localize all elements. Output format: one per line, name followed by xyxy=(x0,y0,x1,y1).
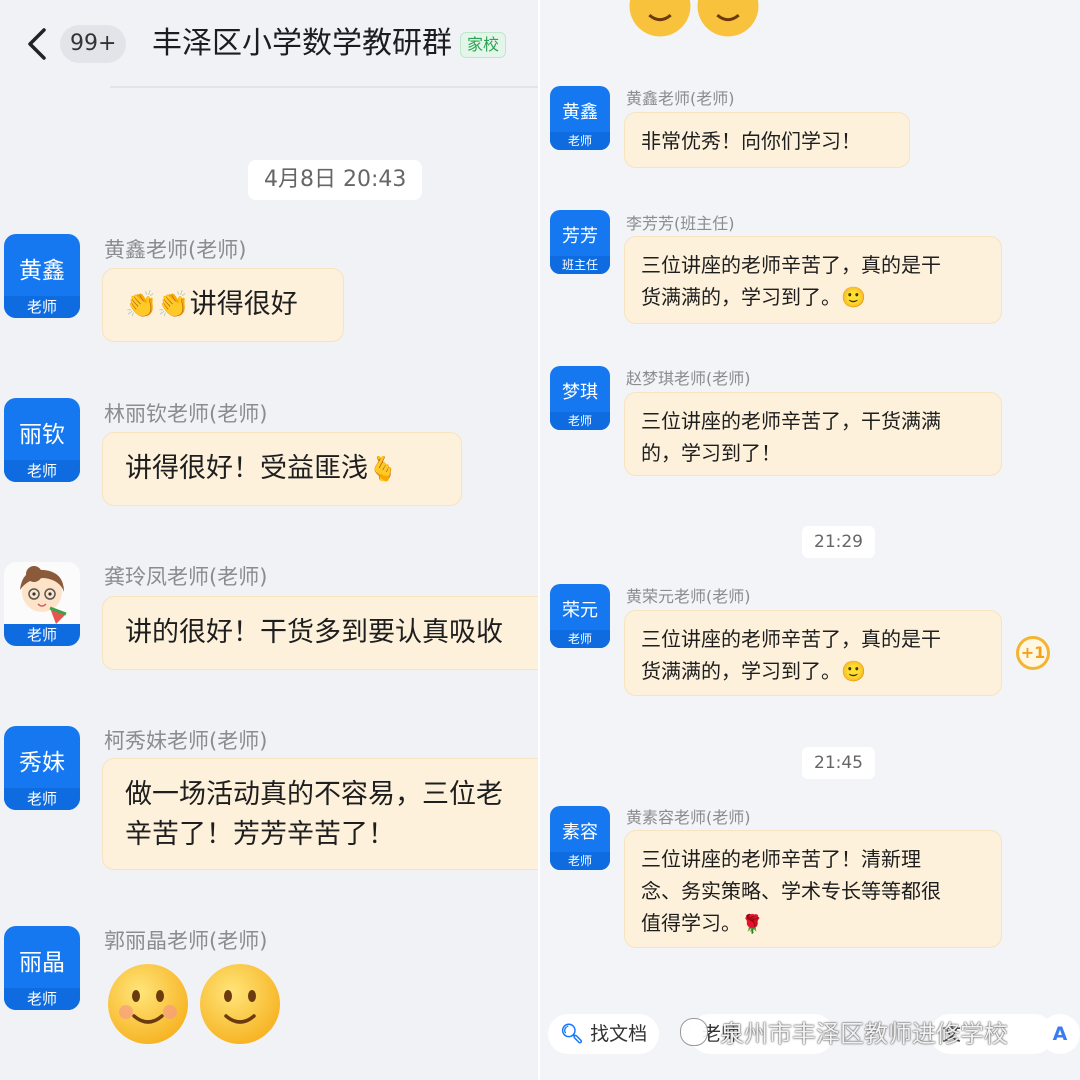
avatar-role: 老师 xyxy=(4,788,80,810)
rose-icon: 🌹 xyxy=(741,914,764,935)
message-text: 讲的很好！干货多到要认真吸收 xyxy=(125,617,503,648)
message-bubble[interactable]: 讲的很好！干货多到要认真吸收 xyxy=(102,596,540,670)
cartoon-girl-avatar-icon xyxy=(20,566,67,624)
wechat-icon xyxy=(680,1018,708,1046)
message-text-line: 辛苦了！芳芳辛苦了！ xyxy=(125,819,395,850)
smiley-face-icon xyxy=(106,962,190,1050)
avatar[interactable]: 黄鑫 老师 xyxy=(550,86,610,150)
timestamp: 4月8日 20:43 xyxy=(248,160,423,200)
chat-title: 丰泽区小学数学教研群 xyxy=(152,26,452,61)
smiley-icon: 🙂 xyxy=(841,659,866,683)
avatar[interactable]: 荣元 老师 xyxy=(550,584,610,648)
message-text-line-wrap: 值得学习。🌹 xyxy=(641,907,985,941)
group-type-tag: 家校 xyxy=(460,32,507,58)
avatar[interactable]: 丽晶 老师 xyxy=(4,926,80,1010)
unread-count-badge[interactable]: 99+ xyxy=(60,25,127,63)
avatar-name: 秀妹 xyxy=(19,750,65,776)
message-bubble[interactable]: 三位讲座的老师辛苦了，干货满满 的，学习到了！ xyxy=(624,392,1002,476)
message-bubble[interactable]: 非常优秀！向你们学习！ xyxy=(624,112,910,168)
avatar[interactable]: 梦琪 老师 xyxy=(550,366,610,430)
sender-name: 林丽钦老师(老师) xyxy=(104,402,268,426)
message-text-line: 三位讲座的老师辛苦了！清新理 xyxy=(641,847,921,871)
message-text-line: 的，学习到了！ xyxy=(641,441,781,465)
message-text-line: 货满满的，学习到了。 xyxy=(641,659,841,683)
message-text-line: 值得学习。 xyxy=(641,911,741,935)
clapping-hands-icon: 👏👏 xyxy=(125,290,190,320)
avatar-name: 黄鑫 xyxy=(562,102,598,123)
message-bubble[interactable]: 👏👏讲得很好 xyxy=(102,268,344,342)
avatar[interactable]: 黄鑫 老师 xyxy=(4,234,80,318)
message-bubble[interactable]: 三位讲座的老师辛苦了，真的是干 货满满的，学习到了。🙂 xyxy=(624,236,1002,324)
message-bubble[interactable]: 讲得很好！受益匪浅🫰 xyxy=(102,432,462,506)
smiley-face-icon xyxy=(628,0,692,42)
avatar-role: 老师 xyxy=(550,630,610,648)
avatar-role: 老师 xyxy=(550,412,610,430)
avatar[interactable]: 素容 老师 xyxy=(550,806,610,870)
message-bubble[interactable]: 三位讲座的老师辛苦了！清新理 念、务实策略、学术专长等等都很 值得学习。🌹 xyxy=(624,830,1002,948)
avatar-role: 老师 xyxy=(4,624,80,646)
sender-name: 黄素容老师(老师) xyxy=(626,808,751,827)
ai-icon: A xyxy=(1052,1023,1068,1045)
message-text: 讲得很好 xyxy=(189,289,298,320)
sender-name: 李芳芳(班主任) xyxy=(626,214,735,233)
avatar-name: 梦琪 xyxy=(562,382,598,403)
header-divider xyxy=(110,86,540,88)
sender-name: 郭丽晶老师(老师) xyxy=(104,929,268,953)
avatar-name: 荣元 xyxy=(562,600,598,621)
avatar[interactable]: 丽钦 老师 xyxy=(4,398,80,482)
sender-name: 黄鑫老师(老师) xyxy=(104,238,247,262)
avatar-name: 丽晶 xyxy=(19,950,65,976)
avatar-role: 老师 xyxy=(550,852,610,870)
avatar[interactable]: 老师 xyxy=(4,562,80,646)
avatar-name: 丽钦 xyxy=(19,422,65,448)
back-arrow-icon[interactable] xyxy=(22,26,52,62)
avatar-role: 老师 xyxy=(4,296,80,318)
avatar-role: 班主任 xyxy=(550,256,610,274)
avatar-role: 老师 xyxy=(4,460,80,482)
message-text: 非常优秀！向你们学习！ xyxy=(641,129,861,153)
avatar-name: 芳芳 xyxy=(562,226,598,247)
find-doc-label: 找文档 xyxy=(590,1023,648,1045)
plus-one-reaction-button[interactable]: +1 xyxy=(1016,636,1050,670)
sender-name: 龚玲凤老师(老师) xyxy=(104,565,268,589)
avatar-role: 老师 xyxy=(4,988,80,1010)
smiley-icon: 🙂 xyxy=(841,285,866,309)
timestamp: 21:29 xyxy=(802,526,875,558)
message-text-line-wrap: 货满满的，学习到了。🙂 xyxy=(641,281,985,313)
smiley-face-icon xyxy=(198,962,282,1050)
sender-name: 柯秀妹老师(老师) xyxy=(104,729,268,753)
message-text-line: 三位讲座的老师辛苦了，干货满满 xyxy=(641,409,941,433)
message-bubble[interactable]: 三位讲座的老师辛苦了，真的是干 货满满的，学习到了。🙂 xyxy=(624,610,1002,696)
message-text-line: 做一场活动真的不容易，三位老 xyxy=(125,779,503,810)
plus-one-label: +1 xyxy=(1020,643,1046,662)
ai-tool-button[interactable]: A xyxy=(1040,1014,1080,1054)
avatar-name: 素容 xyxy=(562,822,598,843)
left-chat-panel: 99+ 丰泽区小学数学教研群 家校 4月8日 20:43 黄鑫 老师 黄鑫老师(… xyxy=(0,0,540,1080)
right-chat-panel: 黄鑫 老师 黄鑫老师(老师) 非常优秀！向你们学习！ 芳芳 班主任 李芳芳(班主… xyxy=(540,0,1080,1080)
message-text-line-wrap: 货满满的，学习到了。🙂 xyxy=(641,655,985,687)
message-text-line: 三位讲座的老师辛苦了，真的是干 xyxy=(641,627,941,651)
watermark-text: 泉州市丰泽区教师进修学校 xyxy=(720,1020,1008,1048)
avatar-role: 老师 xyxy=(550,132,610,150)
sender-name: 黄鑫老师(老师) xyxy=(626,89,735,108)
finger-heart-icon: 🫰 xyxy=(368,455,398,483)
avatar[interactable]: 芳芳 班主任 xyxy=(550,210,610,274)
avatar-name: 黄鑫 xyxy=(19,258,65,284)
sender-name: 赵梦琪老师(老师) xyxy=(626,369,751,388)
avatar[interactable]: 秀妹 老师 xyxy=(4,726,80,810)
message-text-line: 念、务实策略、学术专长等等都很 xyxy=(641,879,941,903)
timestamp: 21:45 xyxy=(802,747,875,779)
message-text-line: 三位讲座的老师辛苦了，真的是干 xyxy=(641,253,941,277)
search-doc-icon: 🔍︎ xyxy=(560,1023,585,1045)
smiley-face-icon xyxy=(696,0,760,42)
message-text-line: 货满满的，学习到了。 xyxy=(641,285,841,309)
find-document-button[interactable]: 🔍︎ 找文档 xyxy=(548,1014,660,1054)
message-bubble[interactable]: 做一场活动真的不容易，三位老 辛苦了！芳芳辛苦了！ xyxy=(102,758,540,870)
message-text: 讲得很好！受益匪浅 xyxy=(125,453,368,484)
chat-header: 99+ 丰泽区小学数学教研群 家校 xyxy=(0,0,540,86)
sender-name: 黄荣元老师(老师) xyxy=(626,587,751,606)
